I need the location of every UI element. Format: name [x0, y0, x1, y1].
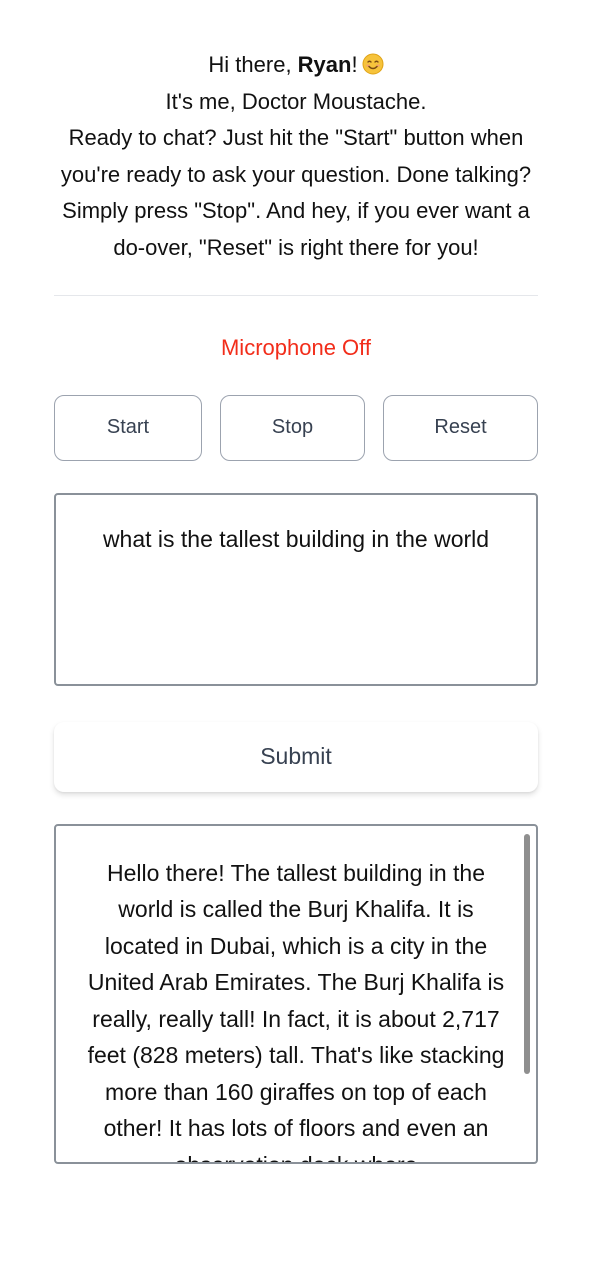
answer-panel[interactable]: Hello there! The tallest building in the… [54, 823, 538, 1164]
control-buttons: Start Stop Reset [54, 394, 538, 461]
greeting-line-2: It's me, Doctor Moustache. [165, 88, 427, 114]
microphone-status: Microphone Off [220, 334, 371, 360]
submit-button[interactable]: Submit [54, 721, 538, 792]
greeting-message: Hi there, Ryan! It's me, Doctor Moustach… [54, 47, 538, 267]
chat-page: Hi there, Ryan! It's me, Doctor Moustach… [54, 0, 538, 1164]
user-name: Ryan [297, 52, 352, 77]
greeting-line-1: Hi there, Ryan! [54, 47, 538, 84]
start-button[interactable]: Start [54, 394, 202, 461]
answer-scrollbar[interactable] [524, 832, 530, 1154]
greeting-prefix: Hi there, [208, 52, 298, 77]
stop-button[interactable]: Stop [220, 394, 365, 461]
greeting-suffix: ! [351, 52, 358, 77]
smiling-face-icon [362, 50, 384, 75]
reset-button[interactable]: Reset [383, 394, 538, 461]
divider [54, 294, 538, 296]
answer-text: Hello there! The tallest building in the… [87, 859, 505, 1162]
greeting-instructions: Ready to chat? Just hit the "Start" butt… [60, 125, 532, 260]
question-textarea[interactable]: what is the tallest building in the worl… [54, 492, 538, 686]
scrollbar-thumb[interactable] [524, 833, 530, 1074]
